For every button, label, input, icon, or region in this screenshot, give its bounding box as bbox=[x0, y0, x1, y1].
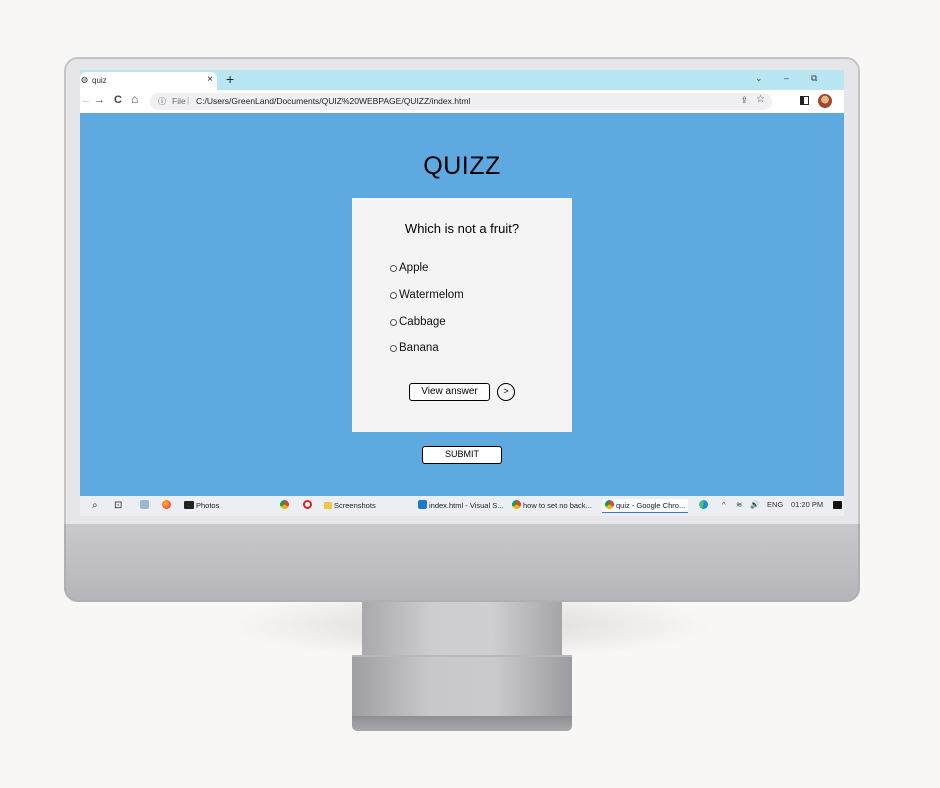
url-text[interactable]: C:/Users/GreenLand/Documents/QUIZ%20WEBP… bbox=[196, 96, 470, 106]
folder-icon bbox=[324, 502, 332, 509]
monitor-screen: ◍ quiz × + ⌄ – ⧉ ← → C ⌂ ⓘ File | C:/Use… bbox=[80, 70, 844, 516]
monitor-chin bbox=[64, 524, 860, 602]
option-label: Banana bbox=[399, 342, 439, 354]
taskbar-screenshots[interactable]: Screenshots bbox=[324, 499, 376, 513]
file-scheme-label: File bbox=[172, 96, 186, 106]
option-apple[interactable]: Apple bbox=[390, 261, 428, 275]
radio-button[interactable] bbox=[390, 344, 397, 352]
widgets-icon[interactable] bbox=[140, 499, 151, 513]
monitor-stand-base bbox=[352, 655, 572, 717]
site-info-icon[interactable]: ⓘ bbox=[158, 96, 166, 107]
photos-icon bbox=[184, 501, 194, 509]
tab-title: quiz bbox=[92, 76, 107, 85]
chrome-icon[interactable] bbox=[280, 499, 291, 513]
firefox-icon[interactable] bbox=[162, 499, 173, 513]
next-question-button[interactable]: > bbox=[497, 383, 515, 401]
profile-avatar[interactable] bbox=[818, 94, 832, 108]
edge-icon[interactable] bbox=[699, 499, 710, 513]
browser-tab-quiz[interactable]: ◍ quiz × bbox=[80, 72, 217, 90]
taskbar-chrome-window-2[interactable]: quiz - Google Chro... bbox=[602, 499, 689, 513]
option-banana[interactable]: Banana bbox=[390, 341, 439, 355]
taskbar: ⌕ ⊡ Photos Screenshots index.html - Visu… bbox=[80, 496, 844, 516]
quiz-card: Which is not a fruit? Apple Watermelom C… bbox=[352, 198, 572, 432]
search-icon[interactable]: ⌕ bbox=[92, 499, 98, 513]
share-icon[interactable]: ⇪ bbox=[740, 95, 748, 106]
question-text: Which is not a fruit? bbox=[404, 221, 520, 236]
address-separator: | bbox=[187, 95, 190, 105]
radio-button[interactable] bbox=[390, 318, 397, 326]
opera-icon[interactable] bbox=[303, 499, 314, 513]
volume-icon[interactable]: 🔊 bbox=[750, 500, 759, 509]
back-button[interactable]: ← bbox=[81, 94, 92, 106]
restore-button[interactable]: ⧉ bbox=[811, 73, 817, 84]
monitor-stand-foot bbox=[352, 716, 572, 731]
page-title: QUIZZ bbox=[423, 152, 501, 180]
taskbar-vscode[interactable]: index.html - Visual S... bbox=[418, 499, 503, 513]
forward-button[interactable]: → bbox=[94, 94, 105, 106]
globe-icon: ◍ bbox=[81, 75, 88, 84]
option-label: Watermelom bbox=[399, 289, 464, 301]
taskbar-chrome-window-1[interactable]: how to set no back... bbox=[512, 499, 592, 513]
view-answer-button[interactable]: View answer bbox=[409, 383, 490, 401]
browser-toolbar: ← → C ⌂ ⓘ File | C:/Users/GreenLand/Docu… bbox=[80, 90, 844, 113]
clock[interactable]: 01:20 PM bbox=[791, 500, 823, 509]
minimize-button[interactable]: – bbox=[784, 73, 789, 83]
screenshots-label: Screenshots bbox=[334, 501, 376, 510]
option-label: Cabbage bbox=[399, 316, 446, 328]
language-indicator[interactable]: ENG bbox=[767, 500, 783, 509]
new-tab-button[interactable]: + bbox=[226, 71, 234, 87]
notification-icon[interactable] bbox=[833, 501, 842, 509]
reload-button[interactable]: C bbox=[114, 94, 122, 106]
close-tab-icon[interactable]: × bbox=[207, 74, 213, 85]
taskbar-photos[interactable]: Photos bbox=[184, 499, 219, 513]
task-view-icon[interactable]: ⊡ bbox=[114, 499, 122, 513]
radio-button[interactable] bbox=[390, 264, 397, 272]
side-panel-icon[interactable] bbox=[800, 96, 809, 105]
chrome-icon bbox=[605, 500, 614, 509]
chrome-window-2-label: quiz - Google Chro... bbox=[616, 501, 686, 510]
address-bar[interactable]: ⓘ File | C:/Users/GreenLand/Documents/QU… bbox=[150, 93, 772, 110]
vscode-label: index.html - Visual S... bbox=[429, 501, 504, 510]
home-button[interactable]: ⌂ bbox=[131, 92, 138, 106]
chrome-window-1-label: how to set no back... bbox=[523, 501, 592, 510]
radio-button[interactable] bbox=[390, 291, 397, 299]
wifi-icon[interactable]: ≋ bbox=[736, 500, 742, 509]
chrome-icon bbox=[512, 500, 521, 509]
option-cabbage[interactable]: Cabbage bbox=[390, 315, 446, 329]
submit-button[interactable]: SUBMIT bbox=[422, 446, 502, 464]
tab-search-chevron-icon[interactable]: ⌄ bbox=[755, 73, 763, 84]
photos-label: Photos bbox=[196, 501, 220, 510]
bookmark-star-icon[interactable]: ☆ bbox=[756, 94, 765, 105]
tray-chevron-icon[interactable]: ^ bbox=[722, 500, 726, 509]
option-label: Apple bbox=[399, 262, 429, 274]
browser-tab-bar: ◍ quiz × + ⌄ – ⧉ bbox=[80, 70, 844, 90]
vscode-icon bbox=[418, 500, 427, 509]
monitor-stand-neck bbox=[362, 602, 562, 656]
option-watermelom[interactable]: Watermelom bbox=[390, 288, 464, 302]
